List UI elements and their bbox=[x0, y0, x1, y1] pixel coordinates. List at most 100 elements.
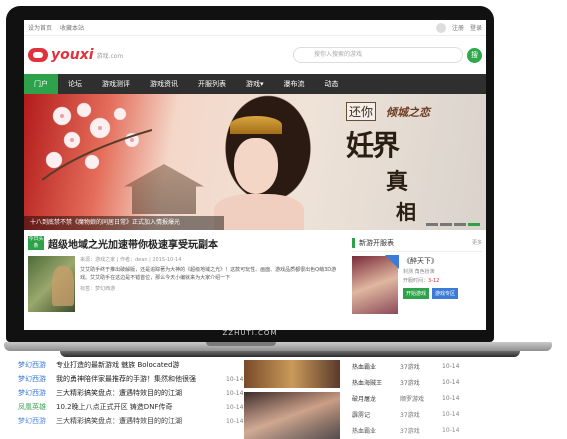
side-column: 新游开服表 更多 《醉天下》 封测 角色扮演 开服时间：3-12 开始游戏 游戏… bbox=[352, 234, 482, 314]
server-row[interactable]: 热血霸业 37游戏 10-14 bbox=[352, 358, 488, 374]
server-platform: 37游戏 bbox=[400, 379, 420, 387]
hero-banner[interactable]: 还你 倾城之恋 妊界 真 相 十八到底禁不禁《魔物娘的同居日常》正式加入情报爆光 bbox=[24, 94, 486, 230]
promo-image[interactable] bbox=[244, 392, 340, 439]
game-cover[interactable] bbox=[352, 255, 399, 314]
nav-item-waterfall[interactable]: 瀑布流 bbox=[274, 74, 315, 94]
banner-seal: 还你 bbox=[346, 102, 377, 121]
nav-item-server-list[interactable]: 开服列表 bbox=[188, 74, 236, 94]
carousel-indicators bbox=[426, 223, 480, 226]
register-link[interactable]: 注册 bbox=[452, 23, 464, 32]
list-item-title[interactable]: 三大精彩搞笑盘点：遭遇特效目的的江湖 bbox=[56, 388, 226, 398]
nav-item-reviews[interactable]: 游戏测评 bbox=[92, 74, 140, 94]
side-title: 新游开服表 bbox=[359, 238, 394, 247]
game-card: 《醉天下》 封测 角色扮演 开服时间：3-12 开始游戏 游戏专区 bbox=[352, 255, 482, 314]
search-area: 搜你入搜索的游戏 搜 bbox=[293, 47, 482, 63]
game-status: 封测 角色扮演 bbox=[403, 269, 435, 275]
character-body bbox=[214, 194, 304, 230]
list-item-category[interactable]: 梦幻西游 bbox=[18, 416, 56, 426]
server-game[interactable]: 霹雳记 bbox=[352, 410, 400, 419]
server-platform: 顺罗游戏 bbox=[400, 395, 425, 403]
server-row[interactable]: 热血霸业 37游戏 10-14 bbox=[352, 422, 488, 438]
game-zone-button[interactable]: 游戏专区 bbox=[432, 288, 459, 299]
promo-image[interactable] bbox=[244, 360, 340, 388]
nav-item-news[interactable]: 游戏资讯 bbox=[140, 74, 188, 94]
list-item-title[interactable]: 专业打造的最新游戏 魅族 Bolocated游 bbox=[56, 360, 226, 370]
logo-text: youxi bbox=[51, 47, 94, 63]
user-avatar-icon[interactable] bbox=[435, 22, 446, 33]
login-link[interactable]: 登录 bbox=[470, 23, 482, 32]
server-date: 10-14 bbox=[442, 378, 460, 386]
server-game[interactable]: 破月屠龙 bbox=[352, 394, 400, 403]
carousel-dot[interactable] bbox=[440, 223, 452, 226]
content-area: 今日头条 超级地域之光加速带你极速享受玩副本 来源：游戏之家 | 作者：dean… bbox=[24, 230, 486, 314]
server-date: 10-14 bbox=[442, 410, 460, 418]
banner-calligraphy: 妊界 真 相 bbox=[346, 124, 416, 225]
search-input[interactable]: 搜你入搜索的游戏 bbox=[293, 47, 463, 63]
laptop-lid: 设为首页 收藏本站 注册 登录 youxi 游戏.com 搜你入搜索的游戏 搜 bbox=[6, 6, 494, 342]
banner-caption[interactable]: 十八到底禁不禁《魔物娘的同居日常》正式加入情报爆光 bbox=[24, 216, 224, 230]
server-platform: 37游戏 bbox=[400, 363, 420, 371]
laptop-foot bbox=[60, 351, 520, 357]
list-item-category[interactable]: 梦幻西游 bbox=[18, 360, 56, 370]
corner-badge-icon bbox=[385, 255, 399, 269]
server-row[interactable]: 热血海贼王 37游戏 10-14 bbox=[352, 374, 488, 390]
server-game[interactable]: 热血霸业 bbox=[352, 362, 400, 371]
server-date: 10-14 bbox=[442, 394, 460, 402]
carousel-dot-active[interactable] bbox=[468, 223, 480, 226]
top-bar: 设为首页 收藏本站 注册 登录 bbox=[24, 20, 486, 36]
nav-item-forum[interactable]: 论坛 bbox=[58, 74, 92, 94]
headline-tag: 今日头条 bbox=[28, 236, 44, 250]
page-continuation: 梦幻西游 专业打造的最新游戏 魅族 Bolocated游 梦幻西游 我的勇神陪伴… bbox=[18, 358, 488, 439]
article-tags[interactable]: 标签：梦幻西游 bbox=[80, 285, 346, 292]
nav-item-home[interactable]: 门户 bbox=[24, 74, 58, 94]
banner-game-logo: 倾城之恋 bbox=[386, 106, 430, 119]
server-platform: 37游戏 bbox=[400, 427, 420, 435]
site-header: youxi 游戏.com 搜你入搜索的游戏 搜 bbox=[24, 36, 486, 74]
section-marker bbox=[352, 237, 355, 248]
mockup-stage: 设为首页 收藏本站 注册 登录 youxi 游戏.com 搜你入搜索的游戏 搜 bbox=[0, 0, 567, 439]
server-row[interactable]: 霹雳记 37游戏 10-14 bbox=[352, 406, 488, 422]
list-item-title[interactable]: 10.2晚上八点正式开区 铸造DNF传奇 bbox=[56, 402, 226, 412]
game-name[interactable]: 《醉天下》 bbox=[403, 256, 458, 266]
bookmark-link[interactable]: 收藏本站 bbox=[60, 25, 84, 32]
list-item-category[interactable]: 凤凰英雄 bbox=[18, 402, 56, 412]
headline: 今日头条 超级地域之光加速带你极速享受玩副本 bbox=[28, 234, 346, 252]
calligraphy-line-2: 真 bbox=[386, 169, 409, 195]
server-game[interactable]: 热血海贼王 bbox=[352, 378, 400, 387]
game-open-time: 开服时间：3-12 bbox=[403, 277, 458, 284]
character-crown bbox=[230, 116, 282, 134]
server-game[interactable]: 热血霸业 bbox=[352, 426, 400, 435]
side-header: 新游开服表 更多 bbox=[352, 234, 482, 252]
lower-images bbox=[244, 358, 344, 439]
search-button[interactable]: 搜 bbox=[467, 47, 482, 63]
start-game-button[interactable]: 开始游戏 bbox=[403, 288, 430, 299]
open-time-label: 开服时间： bbox=[403, 278, 429, 284]
article-thumbnail[interactable] bbox=[28, 256, 76, 312]
carousel-dot[interactable] bbox=[426, 223, 438, 226]
server-list: 热血霸业 37游戏 10-14 热血海贼王 37游戏 10-14 破月屠龙 顺罗游戏 10-… bbox=[352, 358, 488, 438]
nav-item-feed[interactable]: 动态 bbox=[315, 74, 349, 94]
laptop-screen: 设为首页 收藏本站 注册 登录 youxi 游戏.com 搜你入搜索的游戏 搜 bbox=[24, 20, 486, 330]
nav-item-games[interactable]: 游戏▾ bbox=[236, 74, 274, 94]
site-logo[interactable]: youxi 游戏.com bbox=[28, 47, 123, 63]
carousel-dot[interactable] bbox=[454, 223, 466, 226]
list-item-title[interactable]: 三大精彩搞笑盘点：遭遇特效目的的江湖 bbox=[56, 416, 226, 426]
list-item-title[interactable]: 我的勇神陪伴家最推荐的手游！集然和他很强 bbox=[56, 374, 226, 384]
headline-title[interactable]: 超级地域之光加速带你极速享受玩副本 bbox=[48, 236, 218, 251]
article-preview: 来源：游戏之家 | 作者：dean | 2015-10-14 艾艾助手终于推出破… bbox=[28, 256, 346, 312]
main-nav: 门户 论坛 游戏测评 游戏资讯 开服列表 游戏▾ 瀑布流 动态 bbox=[24, 74, 486, 94]
set-homepage-link[interactable]: 设为首页 bbox=[28, 25, 52, 32]
list-item-category[interactable]: 梦幻西游 bbox=[18, 374, 56, 384]
open-time-value: 3-12 bbox=[428, 278, 440, 284]
logo-domain: 游戏.com bbox=[96, 52, 124, 60]
server-date: 10-14 bbox=[442, 426, 460, 434]
calligraphy-line-1: 妊界 bbox=[346, 129, 400, 162]
server-row[interactable]: 破月屠龙 顺罗游戏 10-14 bbox=[352, 390, 488, 406]
list-item-category[interactable]: 梦幻西游 bbox=[18, 388, 56, 398]
article-summary: 艾艾助手终于推出破解版，还是追踪著为大神的《超级地域之光》！这款可玩性、画面、游… bbox=[80, 267, 337, 281]
calligraphy-line-3: 相 bbox=[396, 200, 416, 224]
server-platform: 37游戏 bbox=[400, 411, 420, 419]
side-more-link[interactable]: 更多 bbox=[472, 239, 482, 246]
laptop-brand-label: ZZHUTI.COM bbox=[222, 329, 278, 337]
gamepad-logo-icon bbox=[28, 48, 48, 62]
